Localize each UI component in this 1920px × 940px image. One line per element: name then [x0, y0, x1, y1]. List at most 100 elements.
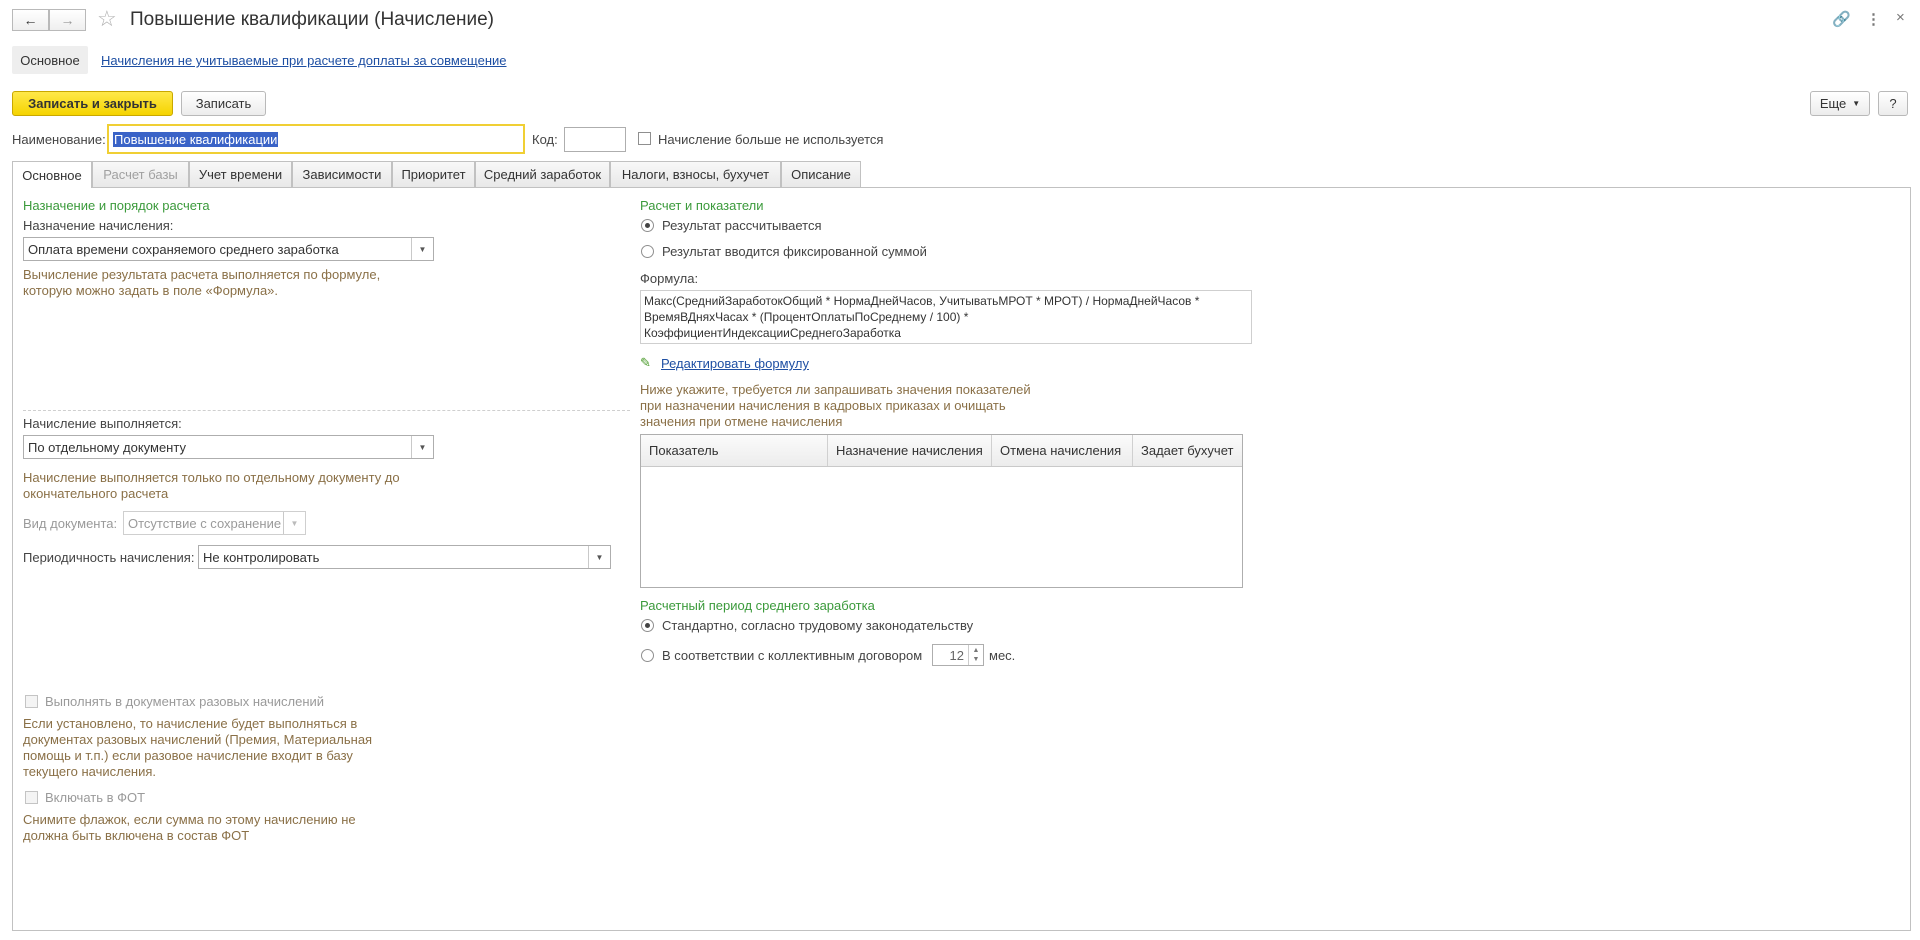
name-field-value: Повышение квалификации	[113, 131, 279, 147]
chevron-down-icon: ▼	[1852, 99, 1861, 108]
purpose-hint-line: которую можно задать в поле «Формула».	[23, 283, 279, 298]
left-section-title: Назначение и порядок расчета	[23, 198, 210, 213]
column-header[interactable]: Задает бухучет	[1133, 435, 1242, 466]
code-field[interactable]	[564, 127, 626, 152]
months-value: 12	[949, 647, 964, 663]
avg-period-title: Расчетный период среднего заработка	[640, 598, 875, 613]
form-tab-main[interactable]: Основное	[12, 46, 88, 74]
radio-calc[interactable]	[641, 219, 654, 232]
fot-label: Включать в ФОТ	[45, 790, 146, 805]
unused-checkbox[interactable]	[638, 132, 651, 145]
close-icon[interactable]: ×	[1896, 9, 1905, 26]
fot-checkbox[interactable]	[25, 791, 38, 804]
exec-select-value: По отдельному документу	[28, 439, 186, 455]
period-label: Периодичность начисления:	[23, 550, 195, 565]
dropdown-arrow-icon[interactable]: ▼	[411, 436, 433, 458]
indicators-hint-line: при назначении начисления в кадровых при…	[640, 398, 1006, 413]
purpose-label: Назначение начисления:	[23, 218, 174, 233]
radio-standard-label: Стандартно, согласно трудовому законодат…	[662, 618, 974, 633]
more-vertical-icon[interactable]: ⋮	[1866, 10, 1881, 28]
one-time-label: Выполнять в документах разовых начислени…	[45, 694, 325, 709]
tab-taxes[interactable]: Налоги, взносы, бухучет	[610, 161, 781, 187]
one-time-hint: Если установлено, то начисление будет вы…	[23, 716, 372, 780]
section-divider	[23, 410, 630, 411]
exec-hint-line: окончательного расчета	[23, 486, 169, 501]
tab-main[interactable]: Основное	[12, 161, 92, 188]
fot-hint-line: должна быть включена в состав ФОТ	[23, 828, 250, 843]
radio-calc-label: Результат рассчитывается	[662, 218, 822, 233]
column-header[interactable]: Отмена начисления	[992, 435, 1133, 466]
formula-line: ВремяВДняхЧасах * (ПроцентОплатыПоСредне…	[644, 310, 969, 324]
arrow-right-icon: →	[60, 12, 75, 28]
pencil-icon: ✎	[640, 355, 651, 370]
forward-button[interactable]: →	[49, 9, 86, 31]
months-stepper[interactable]: 12 ▲ ▼	[932, 644, 984, 666]
name-label: Наименование:	[12, 132, 106, 147]
indicators-table-header: Показатель Назначение начисления Отмена …	[641, 435, 1242, 467]
save-button[interactable]: Записать	[181, 91, 266, 116]
purpose-select-value: Оплата времени сохраняемого среднего зар…	[28, 241, 339, 257]
dropdown-arrow-icon[interactable]: ▼	[588, 546, 610, 568]
tab-priority[interactable]: Приоритет	[392, 161, 475, 187]
window-title: Повышение квалификации (Начисление)	[130, 9, 494, 30]
exec-select[interactable]: По отдельному документу ▼	[23, 435, 434, 459]
purpose-hint-line: Вычисление результата расчета выполняетс…	[23, 267, 381, 282]
one-time-hint-line: документах разовых начислений (Премия, М…	[23, 732, 373, 747]
help-button[interactable]: ?	[1878, 91, 1908, 116]
one-time-hint-line: Если установлено, то начисление будет вы…	[23, 716, 358, 731]
star-icon[interactable]: ☆	[97, 6, 117, 32]
tab-time-accounting[interactable]: Учет времени	[189, 161, 292, 187]
link-icon[interactable]: 🔗	[1832, 10, 1851, 28]
name-field[interactable]: Повышение квалификации	[107, 124, 525, 154]
doc-type-label: Вид документа:	[23, 516, 118, 531]
column-header[interactable]: Назначение начисления	[828, 435, 992, 466]
tab-description[interactable]: Описание	[781, 161, 861, 187]
formula-label: Формула:	[640, 271, 699, 286]
save-close-button[interactable]: Записать и закрыть	[12, 91, 173, 116]
indicators-hint: Ниже укажите, требуется ли запрашивать з…	[640, 382, 1031, 430]
doc-type-select[interactable]: Отсутствие с сохранение ▼	[123, 511, 306, 535]
radio-collective[interactable]	[641, 649, 654, 662]
formula-line: КоэффициентИндексацииСреднегоЗаработка	[644, 326, 901, 340]
dropdown-arrow-icon[interactable]: ▼	[411, 238, 433, 260]
edit-formula-link[interactable]: Редактировать формулу	[661, 356, 809, 371]
tab-average-earnings[interactable]: Средний заработок	[475, 161, 610, 187]
indicators-hint-line: значения при отмене начисления	[640, 414, 843, 429]
radio-fixed[interactable]	[641, 245, 654, 258]
fot-hint-line: Снимите флажок, если сумма по этому начи…	[23, 812, 356, 827]
tab-base-calc[interactable]: Расчет базы	[92, 161, 189, 187]
tab-dependencies[interactable]: Зависимости	[292, 161, 392, 187]
months-unit: мес.	[989, 648, 1016, 663]
formula-line: Макс(СреднийЗаработокОбщий * НормаДнейЧа…	[644, 294, 1200, 308]
form-tab-main-label: Основное	[20, 52, 80, 68]
indicators-hint-line: Ниже укажите, требуется ли запрашивать з…	[640, 382, 1031, 397]
radio-collective-label: В соответствии с коллективным договором	[662, 648, 923, 663]
doc-type-select-value: Отсутствие с сохранение	[128, 515, 282, 531]
one-time-hint-line: текущего начисления.	[23, 764, 157, 779]
indicators-table[interactable]: Показатель Назначение начисления Отмена …	[640, 434, 1243, 588]
period-select[interactable]: Не контролировать ▼	[198, 545, 611, 569]
period-select-value: Не контролировать	[203, 549, 320, 565]
one-time-checkbox[interactable]	[25, 695, 38, 708]
back-button[interactable]: ←	[12, 9, 49, 31]
more-button-label: Еще	[1819, 96, 1847, 111]
purpose-hint: Вычисление результата расчета выполняетс…	[23, 267, 380, 299]
column-header[interactable]: Показатель	[641, 435, 828, 466]
exec-label: Начисление выполняется:	[23, 416, 182, 431]
code-label: Код:	[532, 132, 558, 147]
purpose-select[interactable]: Оплата времени сохраняемого среднего зар…	[23, 237, 434, 261]
radio-standard[interactable]	[641, 619, 654, 632]
fot-hint: Снимите флажок, если сумма по этому начи…	[23, 812, 356, 844]
dropdown-arrow-icon[interactable]: ▼	[283, 512, 305, 534]
right-section-title: Расчет и показатели	[640, 198, 764, 213]
arrow-left-icon: ←	[23, 12, 38, 28]
form-tab-link[interactable]: Начисления не учитываемые при расчете до…	[101, 53, 507, 68]
exec-hint-line: Начисление выполняется только по отдельн…	[23, 470, 400, 485]
one-time-hint-line: помощь и т.п.) если разовое начисление в…	[23, 748, 353, 763]
unused-label: Начисление больше не используется	[658, 132, 884, 147]
radio-fixed-label: Результат вводится фиксированной суммой	[662, 244, 927, 259]
exec-hint: Начисление выполняется только по отдельн…	[23, 470, 400, 502]
more-button[interactable]: Еще ▼	[1810, 91, 1870, 116]
formula-field[interactable]: Макс(СреднийЗаработокОбщий * НормаДнейЧа…	[640, 290, 1252, 344]
stepper-arrows-icon[interactable]: ▲ ▼	[968, 645, 983, 665]
